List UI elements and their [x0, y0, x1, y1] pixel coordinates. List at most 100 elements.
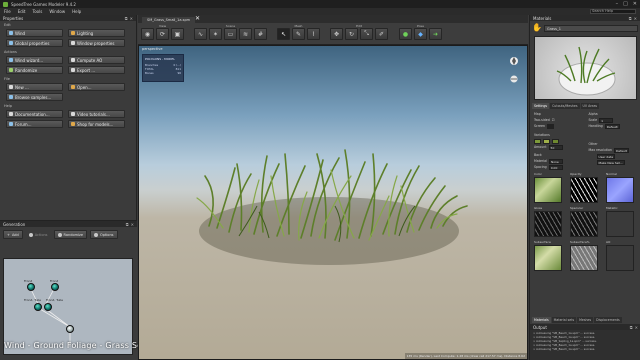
wind-direction-gizmo-icon[interactable]	[508, 55, 520, 87]
specular-map-slot[interactable]: Specular	[570, 206, 602, 237]
float-panel-icon[interactable]: ⧉	[629, 16, 632, 21]
variation-swatch[interactable]	[552, 138, 559, 144]
video-tutorials-button[interactable]: Video tutorials...	[68, 110, 125, 118]
close-document-icon[interactable]: ✕	[195, 15, 200, 22]
material-selector-dropdown[interactable]: Grass_1	[544, 24, 638, 32]
handling-select[interactable]: Default	[604, 123, 620, 129]
window-title: SpeedTree Games Modeler 9.4.2	[11, 1, 76, 7]
randomize-generation-button[interactable]: Randomize	[53, 230, 87, 239]
float-panel-icon[interactable]: ⧉	[126, 222, 129, 227]
scale-field[interactable]: 1	[599, 117, 614, 123]
browse-samples-button[interactable]: Browse samples...	[6, 93, 63, 101]
ground-toggle-icon[interactable]: ▭	[224, 28, 237, 40]
global-properties-button[interactable]: Global properties	[6, 39, 63, 47]
metallic-map-slot[interactable]: Metallic	[606, 206, 638, 237]
tab-materials[interactable]: Materials	[532, 317, 551, 323]
scale-tool-icon[interactable]: ⤡	[360, 28, 373, 40]
menu-help[interactable]: Help	[72, 9, 81, 14]
wind-button[interactable]: Wind	[6, 29, 63, 37]
make-new-set-button[interactable]: Make New Set...	[596, 159, 625, 165]
help-search-input[interactable]: Search Help	[590, 9, 636, 14]
actions-button[interactable]: Actions	[26, 230, 51, 239]
pen-tool-icon[interactable]: ✐	[375, 28, 388, 40]
float-panel-icon[interactable]: ⧉	[125, 16, 128, 21]
fog-toggle-icon[interactable]: ≋	[239, 28, 252, 40]
open-file-button[interactable]: Open...	[68, 83, 125, 91]
randomize-button[interactable]: Randomize	[6, 66, 63, 74]
tab-cutouts-meshes[interactable]: Cutouts/Meshes	[550, 103, 580, 109]
add-node-button[interactable]: + Add	[3, 230, 23, 239]
lighting-button[interactable]: Lighting	[68, 29, 125, 37]
forum-button[interactable]: Forum...	[6, 120, 63, 128]
screen-color-swatch[interactable]	[546, 123, 554, 129]
material-preview[interactable]	[534, 36, 637, 100]
pose-forward-icon[interactable]: ➜	[429, 28, 442, 40]
opacity-map-slot[interactable]: Opacity	[570, 172, 602, 203]
shop-models-button[interactable]: Shop for models...	[68, 120, 125, 128]
float-panel-icon[interactable]: ⧉	[630, 325, 633, 330]
tree-root-node[interactable]	[66, 325, 74, 333]
paint-tool-icon[interactable]: ✎	[292, 28, 305, 40]
tab-settings[interactable]: Settings	[532, 103, 550, 109]
window-properties-button[interactable]: Window properties	[68, 39, 125, 47]
two-sided-label: Two-sided	[534, 118, 550, 122]
variation-swatch[interactable]	[534, 138, 541, 144]
two-sided-checkbox[interactable]: ☑	[552, 118, 555, 122]
color-map-slot[interactable]: Color	[534, 172, 566, 203]
grass-pot-preview	[556, 46, 616, 96]
close-panel-icon[interactable]: ✕	[130, 16, 133, 21]
frond-tuile-node[interactable]	[34, 303, 42, 311]
frond-node[interactable]	[51, 283, 59, 291]
variation-swatch[interactable]	[543, 138, 550, 144]
menu-tools[interactable]: Tools	[32, 9, 42, 14]
user-data-field[interactable]: User data	[596, 153, 616, 159]
select-tool-icon[interactable]: ↖	[277, 28, 290, 40]
max-resolution-select[interactable]: Default	[613, 147, 629, 153]
maximize-button[interactable]: □	[623, 1, 628, 7]
wind-toggle-icon[interactable]: ∿	[194, 28, 207, 40]
tab-material-sets[interactable]: Material sets	[551, 317, 577, 323]
rotate-tool-icon[interactable]: ↻	[345, 28, 358, 40]
tab-uv-areas[interactable]: UV Areas	[580, 103, 600, 109]
gloss-map-slot[interactable]: Gloss	[534, 206, 566, 237]
tab-meshes[interactable]: Meshes	[577, 317, 594, 323]
new-file-button[interactable]: New ...	[6, 83, 63, 91]
wind-wizard-button[interactable]: Wind wizard...	[6, 56, 63, 64]
menu-file[interactable]: File	[4, 9, 11, 14]
export-button[interactable]: Export ...	[68, 66, 125, 74]
camera-icon[interactable]: ◉	[141, 28, 154, 40]
subsurface-map-slot[interactable]: Subsurface	[534, 240, 566, 271]
light-toggle-icon[interactable]: ✶	[209, 28, 222, 40]
output-line: > Autosaving "SM_Beech_1a.spm" ... succe…	[533, 347, 596, 351]
amount-field[interactable]: 50	[548, 144, 563, 150]
close-panel-icon[interactable]: ✕	[131, 222, 134, 227]
spacing-field[interactable]: 0.00	[548, 164, 563, 170]
subsurface-amount-slot[interactable]: Subsurface%	[570, 240, 602, 271]
menu-window[interactable]: Window	[49, 9, 65, 14]
compute-ao-button[interactable]: Compute AO	[68, 56, 125, 64]
frame-icon[interactable]: ▣	[171, 28, 184, 40]
3d-viewport[interactable]: perspective POLYGONS - MODEL Branches 0 (…	[138, 45, 528, 360]
pose-record-icon[interactable]: ◆	[414, 28, 427, 40]
close-panel-icon[interactable]: ✕	[634, 16, 637, 21]
brush-tool-icon[interactable]: ⌇	[307, 28, 320, 40]
section-edit-label: Edit	[4, 23, 11, 27]
documentation-button[interactable]: Documentation...	[6, 110, 63, 118]
max-resolution-label: Max resolution	[588, 148, 612, 152]
menu-edit[interactable]: Edit	[18, 9, 26, 14]
frond-node[interactable]	[27, 283, 35, 291]
normal-map-slot[interactable]: Normal	[606, 172, 638, 203]
minimize-button[interactable]: –	[616, 1, 619, 7]
frond-tuile-node[interactable]	[44, 303, 52, 311]
hand-icon[interactable]: ✋	[532, 23, 542, 33]
orbit-icon[interactable]: ⟳	[156, 28, 169, 40]
close-window-button[interactable]: ✕	[633, 1, 637, 7]
close-panel-icon[interactable]: ✕	[635, 325, 638, 330]
ao-map-slot[interactable]: AO	[606, 240, 638, 271]
grid-toggle-icon[interactable]: #	[254, 28, 267, 40]
back-material-select[interactable]: None	[548, 158, 563, 164]
move-tool-icon[interactable]: ✥	[330, 28, 343, 40]
options-button[interactable]: Options	[89, 230, 118, 239]
pose-play-icon[interactable]: ●	[399, 28, 412, 40]
tab-displacements[interactable]: Displacements	[594, 317, 622, 323]
